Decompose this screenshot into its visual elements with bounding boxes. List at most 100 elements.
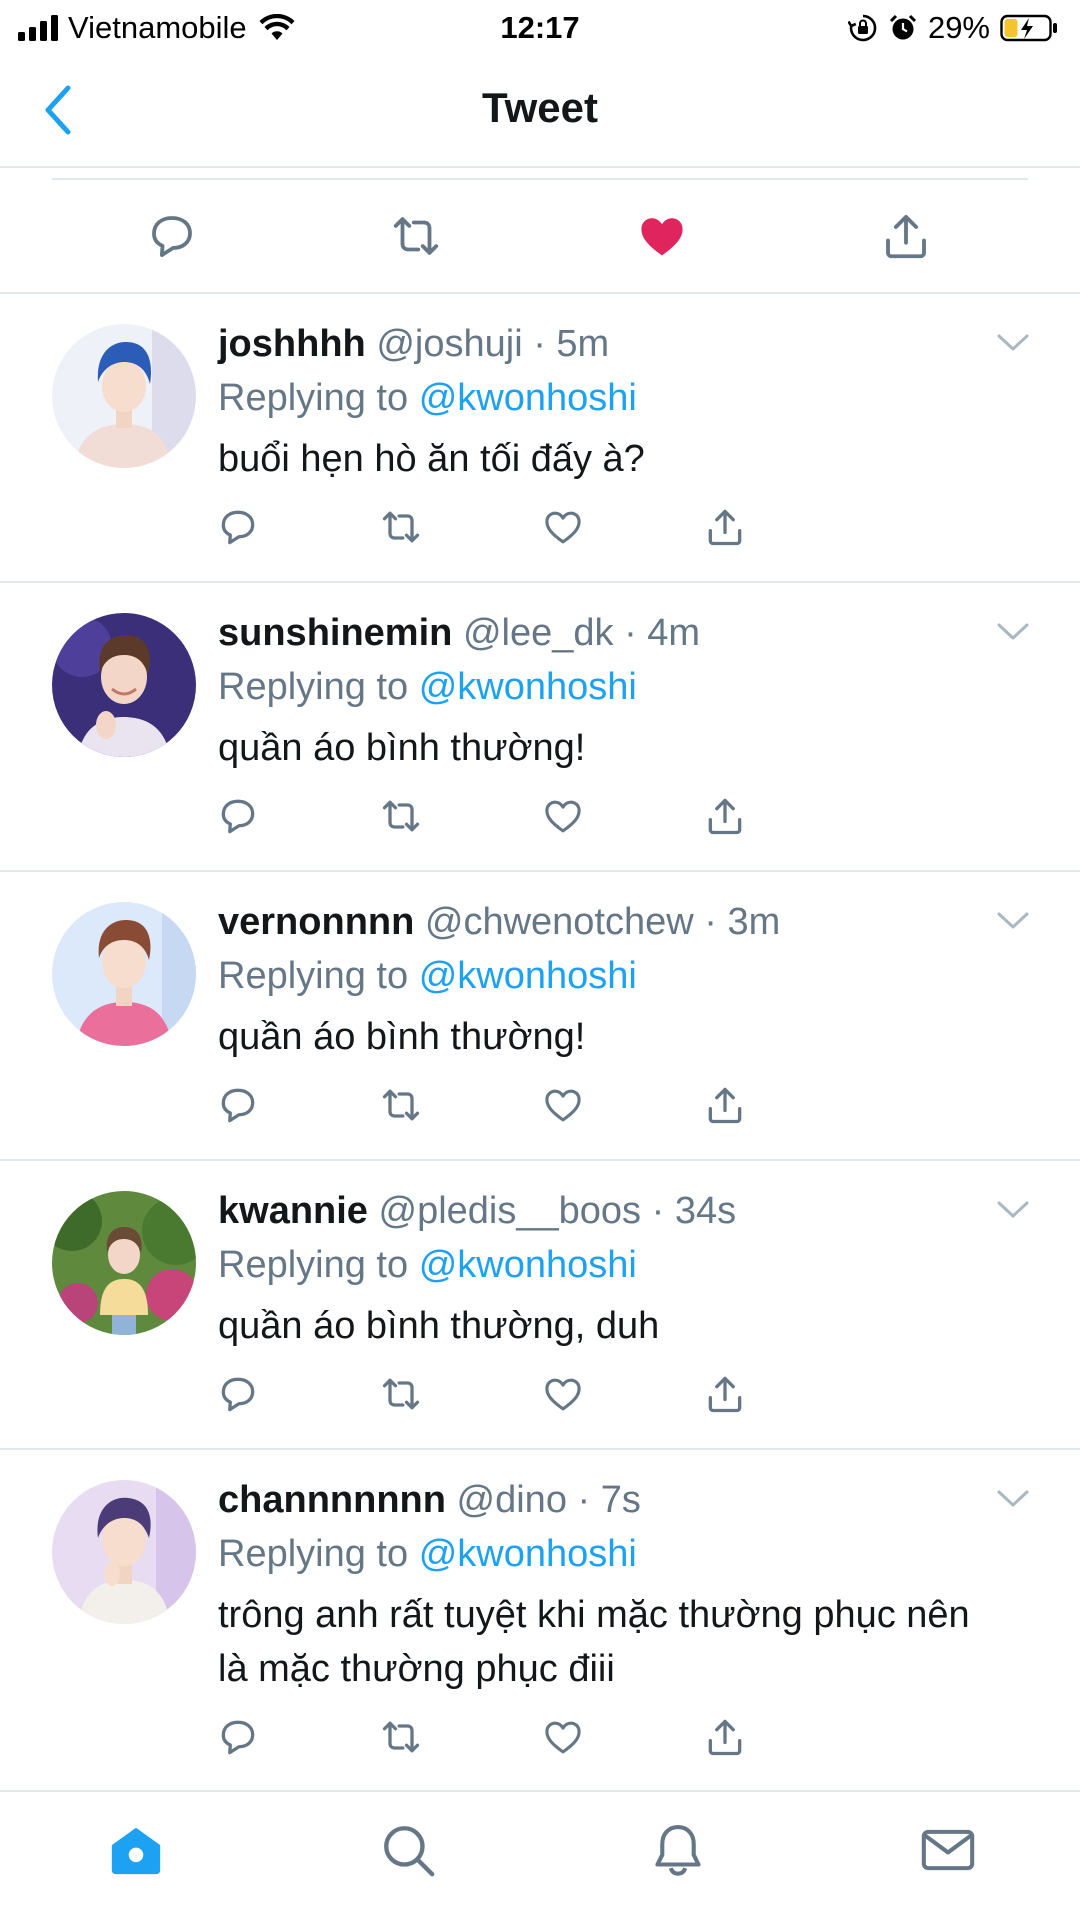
tweet-text: buổi hẹn hò ăn tối đấy à?	[218, 438, 645, 480]
reply-body: sunshinemin @lee_dk · 4m Replying to @kw…	[218, 609, 1040, 775]
reply-button[interactable]	[213, 1369, 263, 1419]
retweet-icon	[393, 217, 439, 255]
separator-dot: ·	[651, 1190, 665, 1232]
retweet-button[interactable]	[376, 1369, 426, 1419]
tweet-text: quần áo bình thường, duh	[218, 1305, 660, 1347]
display-name[interactable]: joshhhh	[218, 323, 366, 365]
user-handle[interactable]: @chwenotchew	[425, 901, 694, 943]
display-name[interactable]: kwannie	[218, 1190, 368, 1232]
reply-icon	[221, 1720, 255, 1755]
replying-to-label: Replying to	[218, 666, 409, 708]
mention-link[interactable]: @kwonhoshi	[419, 377, 637, 419]
display-name[interactable]: channnnnnn	[218, 1479, 446, 1521]
alarm-icon	[889, 14, 917, 40]
tweet-actions	[218, 1080, 878, 1130]
avatar[interactable]	[52, 902, 196, 1046]
share-button[interactable]	[700, 1080, 750, 1130]
share-button[interactable]	[700, 1369, 750, 1419]
main-like-button[interactable]	[632, 206, 692, 266]
chevron-down-icon[interactable]	[996, 332, 1030, 354]
reply-header: channnnnnn @dino · 7s	[218, 1476, 1040, 1524]
tab-home[interactable]	[104, 1818, 168, 1882]
mention-link[interactable]: @kwonhoshi	[419, 1244, 637, 1286]
heart-icon	[545, 800, 581, 833]
page-title: Tweet	[482, 84, 598, 131]
replying-to: Replying to @kwonhoshi	[218, 661, 1040, 713]
user-handle[interactable]: @joshuji	[376, 323, 522, 365]
replying-to-label: Replying to	[218, 1244, 409, 1286]
reply-header: vernonnnn @chwenotchew · 3m	[218, 898, 1040, 946]
reply-tweet[interactable]: joshhhh @joshuji · 5m Replying to @kwonh…	[0, 294, 1080, 583]
chevron-down-icon[interactable]	[996, 910, 1030, 932]
display-name[interactable]: vernonnnn	[218, 901, 414, 943]
retweet-icon	[382, 1378, 420, 1410]
retweet-button[interactable]	[376, 791, 426, 841]
avatar[interactable]	[52, 1191, 196, 1335]
reply-tweet[interactable]: vernonnnn @chwenotchew · 3m Replying to …	[0, 872, 1080, 1161]
reply-button[interactable]	[213, 502, 263, 552]
mention-link[interactable]: @kwonhoshi	[419, 1533, 637, 1575]
main-reply-button[interactable]	[142, 206, 202, 266]
retweet-button[interactable]	[376, 502, 426, 552]
reply-icon	[152, 216, 192, 258]
like-button[interactable]	[538, 1712, 588, 1762]
user-handle[interactable]: @pledis__boos	[379, 1190, 642, 1232]
like-button[interactable]	[538, 791, 588, 841]
reply-header: kwannie @pledis__boos · 34s	[218, 1187, 1040, 1235]
reply-body: kwannie @pledis__boos · 34s Replying to …	[218, 1187, 1040, 1353]
chevron-down-icon[interactable]	[996, 621, 1030, 643]
display-name[interactable]: sunshinemin	[218, 612, 452, 654]
like-button[interactable]	[538, 1080, 588, 1130]
chevron-down-icon[interactable]	[996, 1199, 1030, 1221]
main-share-button[interactable]	[876, 206, 936, 266]
tweet-text: quần áo bình thường!	[218, 727, 586, 769]
tab-notifications[interactable]	[646, 1818, 710, 1882]
share-icon	[708, 1376, 742, 1413]
heart-icon	[545, 1721, 581, 1754]
mail-icon	[921, 1829, 975, 1871]
tweet-actions	[218, 1369, 878, 1419]
tweet-actions	[218, 1712, 878, 1762]
nav-bar: Tweet	[0, 54, 1080, 168]
replies-list: joshhhh @joshuji · 5m Replying to @kwonh…	[0, 294, 1080, 1790]
heart-icon	[545, 511, 581, 544]
retweet-button[interactable]	[376, 1712, 426, 1762]
retweet-icon	[382, 1089, 420, 1121]
home-icon	[111, 1827, 161, 1875]
reply-header: sunshinemin @lee_dk · 4m	[218, 609, 1040, 657]
avatar[interactable]	[52, 324, 196, 468]
retweet-button[interactable]	[376, 1080, 426, 1130]
reply-tweet[interactable]: kwannie @pledis__boos · 34s Replying to …	[0, 1161, 1080, 1450]
user-handle[interactable]: @dino	[457, 1479, 567, 1521]
share-button[interactable]	[700, 791, 750, 841]
timestamp: 7s	[600, 1479, 641, 1521]
chevron-down-icon[interactable]	[996, 1488, 1030, 1510]
replying-to: Replying to @kwonhoshi	[218, 950, 1040, 1002]
share-icon	[708, 1087, 742, 1124]
mention-link[interactable]: @kwonhoshi	[419, 955, 637, 997]
like-button[interactable]	[538, 1369, 588, 1419]
avatar[interactable]	[52, 613, 196, 757]
share-icon	[886, 214, 926, 259]
battery-charging-icon	[1000, 14, 1057, 42]
avatar[interactable]	[52, 1480, 196, 1624]
reply-tweet[interactable]: channnnnnn @dino · 7s Replying to @kwonh…	[0, 1450, 1080, 1790]
reply-icon	[221, 799, 255, 834]
reply-button[interactable]	[213, 791, 263, 841]
main-retweet-button[interactable]	[386, 206, 446, 266]
tab-search[interactable]	[376, 1818, 440, 1882]
mention-link[interactable]: @kwonhoshi	[419, 666, 637, 708]
tab-messages[interactable]	[916, 1818, 980, 1882]
reply-button[interactable]	[213, 1712, 263, 1762]
reply-button[interactable]	[213, 1080, 263, 1130]
battery-percentage: 29%	[927, 10, 990, 45]
like-button[interactable]	[538, 502, 588, 552]
user-handle[interactable]: @lee_dk	[463, 612, 614, 654]
share-button[interactable]	[700, 1712, 750, 1762]
share-button[interactable]	[700, 502, 750, 552]
tweet-actions	[218, 791, 878, 841]
reply-body: vernonnnn @chwenotchew · 3m Replying to …	[218, 898, 1040, 1064]
bell-icon	[655, 1824, 701, 1876]
reply-tweet[interactable]: sunshinemin @lee_dk · 4m Replying to @kw…	[0, 583, 1080, 872]
avatar-image	[52, 1480, 196, 1624]
